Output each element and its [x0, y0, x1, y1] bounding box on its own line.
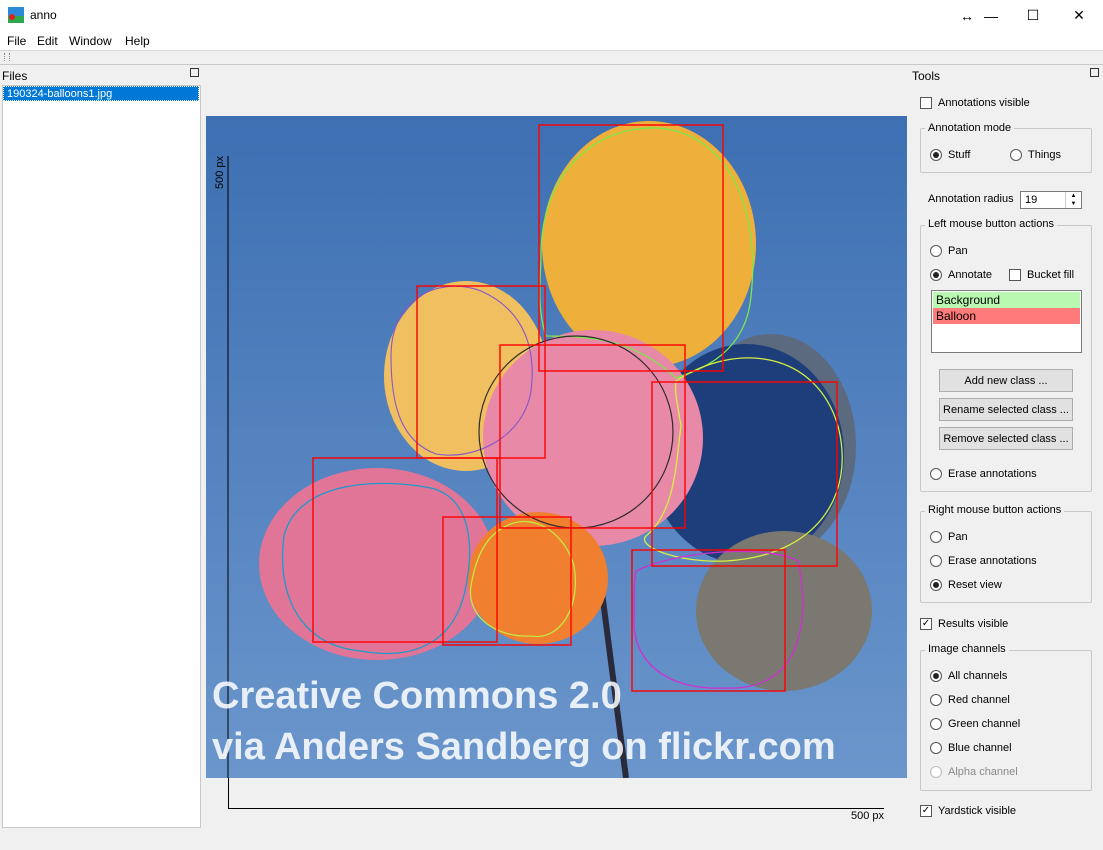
toolbar-grip-icon[interactable] — [4, 53, 10, 61]
radio-annotate[interactable]: Annotate — [930, 269, 992, 281]
radio-right-pan[interactable]: Pan — [930, 531, 968, 543]
watermark-line1: Creative Commons 2.0 — [212, 675, 622, 717]
radio-stuff[interactable]: Stuff — [930, 149, 970, 161]
annotation-radius-label: Annotation radius — [928, 193, 1014, 205]
radio-all-channels-label: All channels — [948, 670, 1008, 682]
files-list[interactable] — [2, 85, 201, 828]
radio-button — [930, 245, 942, 257]
results-visible-checkbox[interactable]: ✓ Results visible — [920, 618, 1008, 630]
radio-green-channel-label: Green channel — [948, 718, 1021, 730]
image-canvas[interactable]: Creative Commons 2.0 via Anders Sandberg… — [206, 116, 907, 778]
radio-button — [930, 670, 942, 682]
checkbox-box — [1009, 269, 1021, 281]
radio-left-erase-label: Erase annotations — [948, 468, 1037, 480]
left-mouse-title: Left mouse button actions — [925, 218, 1057, 230]
yardstick-x-label: 500 px — [851, 810, 885, 822]
annotations-visible-label: Annotations visible — [938, 97, 1030, 109]
radio-all-channels[interactable]: All channels — [930, 670, 1007, 682]
balloon-orange — [468, 512, 608, 644]
radio-right-pan-label: Pan — [948, 531, 968, 543]
bucket-fill-checkbox[interactable]: Bucket fill — [1009, 269, 1074, 281]
menu-edit[interactable]: Edit — [37, 34, 58, 48]
radio-button — [1010, 149, 1022, 161]
menu-bar — [0, 31, 1103, 51]
radio-right-erase-label: Erase annotations — [948, 555, 1037, 567]
radio-things[interactable]: Things — [1010, 149, 1061, 161]
yardstick-x-axis — [228, 808, 884, 809]
results-visible-label: Results visible — [938, 618, 1009, 630]
radio-alpha-channel-label: Alpha channel — [948, 766, 1018, 778]
yardstick-y-axis-tail — [228, 778, 229, 809]
radio-blue-channel-label: Blue channel — [948, 742, 1012, 754]
annotation-mode-title: Annotation mode — [925, 122, 1015, 134]
radio-stuff-label: Stuff — [948, 149, 971, 161]
balloon-yellow-top — [542, 121, 756, 367]
right-mouse-title: Right mouse button actions — [925, 504, 1065, 516]
radio-button — [930, 718, 942, 730]
balloon-pink-center — [483, 330, 703, 546]
radio-red-channel-label: Red channel — [948, 694, 1010, 706]
radio-right-erase[interactable]: Erase annotations — [930, 555, 1037, 567]
tools-panel-title: Tools — [912, 69, 941, 83]
watermark-line2: via Anders Sandberg on flickr.com — [212, 726, 836, 768]
image-channels-title: Image channels — [925, 643, 1009, 655]
radio-button — [930, 555, 942, 567]
float-panel-icon[interactable] — [190, 68, 199, 77]
annotations-visible-checkbox[interactable]: Annotations visible — [920, 97, 1030, 109]
radio-things-label: Things — [1028, 149, 1062, 161]
radio-button — [930, 269, 942, 281]
radio-green-channel[interactable]: Green channel — [930, 718, 1020, 730]
radio-button — [930, 531, 942, 543]
rename-class-button[interactable]: Rename selected class ... — [939, 398, 1073, 421]
radio-button — [930, 694, 942, 706]
radio-annotate-label: Annotate — [948, 269, 993, 281]
radio-left-pan[interactable]: Pan — [930, 245, 968, 257]
radio-left-pan-label: Pan — [948, 245, 968, 257]
spin-up-icon[interactable]: ▲ — [1065, 192, 1081, 200]
radio-left-erase[interactable]: Erase annotations — [930, 468, 1037, 480]
bucket-fill-label: Bucket fill — [1027, 269, 1075, 281]
toolbar-strip — [0, 51, 1103, 65]
remove-class-button[interactable]: Remove selected class ... — [939, 427, 1073, 450]
radio-button — [930, 468, 942, 480]
class-list[interactable]: Background Balloon — [931, 290, 1082, 353]
yardstick-visible-label: Yardstick visible — [938, 805, 1017, 817]
left-mouse-group — [920, 225, 1092, 492]
class-item-balloon[interactable]: Balloon — [933, 308, 1080, 324]
menu-window[interactable]: Window — [69, 34, 112, 48]
maximize-button[interactable]: ☐ — [1010, 0, 1056, 31]
radio-blue-channel[interactable]: Blue channel — [930, 742, 1012, 754]
yardstick-visible-checkbox[interactable]: ✓ Yardstick visible — [920, 805, 1016, 817]
annotation-radius-spinbox[interactable]: 19 ▲ ▼ — [1020, 191, 1082, 209]
radio-button — [930, 149, 942, 161]
annotation-radius-value: 19 — [1025, 194, 1038, 206]
radio-button — [930, 579, 942, 591]
checkbox-box: ✓ — [920, 618, 932, 630]
add-class-button[interactable]: Add new class ... — [939, 369, 1073, 392]
radio-alpha-channel: Alpha channel — [930, 766, 1018, 778]
files-panel-title: Files — [2, 69, 28, 83]
radio-button — [930, 766, 942, 778]
float-panel-icon[interactable] — [1090, 68, 1099, 77]
menu-file[interactable]: File — [7, 34, 26, 48]
close-button[interactable]: ✕ — [1056, 0, 1102, 31]
spin-down-icon[interactable]: ▼ — [1065, 200, 1081, 208]
radio-button — [930, 742, 942, 754]
balloon-pink-left — [259, 468, 495, 660]
window-title: anno — [30, 8, 57, 22]
radio-reset-view[interactable]: Reset view — [930, 579, 1002, 591]
menu-help[interactable]: Help — [125, 34, 150, 48]
radio-red-channel[interactable]: Red channel — [930, 694, 1010, 706]
class-item-background[interactable]: Background — [933, 292, 1080, 308]
radio-reset-view-label: Reset view — [948, 579, 1002, 591]
minimize-button[interactable]: — — [968, 0, 1014, 31]
yardstick-y-label: 500 px — [214, 155, 226, 189]
file-item[interactable]: 190324-balloons1.jpg — [3, 86, 199, 101]
checkbox-box — [920, 97, 932, 109]
app-icon — [8, 7, 24, 23]
checkbox-box: ✓ — [920, 805, 932, 817]
title-bar — [0, 0, 1103, 31]
